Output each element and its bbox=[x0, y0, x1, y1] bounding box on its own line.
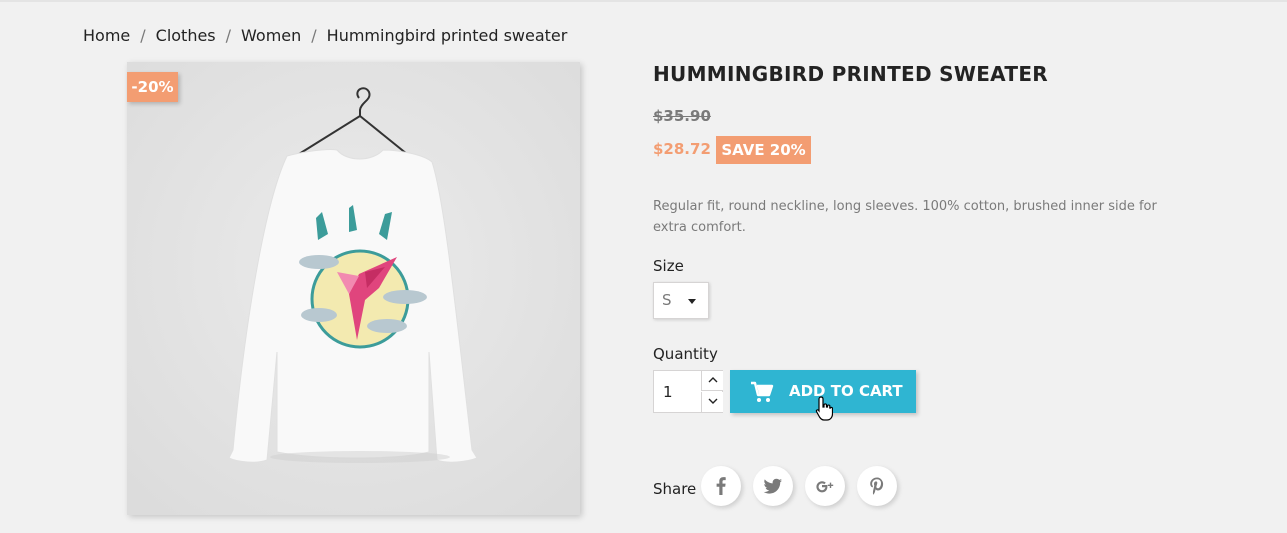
breadcrumb-separator: / bbox=[140, 26, 146, 45]
pinterest-icon bbox=[870, 477, 884, 495]
hand-cursor-icon bbox=[815, 396, 833, 421]
breadcrumb: Home / Clothes / Women / Hummingbird pri… bbox=[83, 26, 567, 45]
size-label: Size bbox=[653, 257, 684, 275]
share-google-plus-button[interactable] bbox=[805, 466, 845, 506]
breadcrumb-current: Hummingbird printed sweater bbox=[326, 26, 568, 45]
breadcrumb-women[interactable]: Women bbox=[241, 26, 301, 45]
breadcrumb-clothes[interactable]: Clothes bbox=[156, 26, 216, 45]
quantity-increase-button[interactable] bbox=[701, 371, 723, 391]
product-title: HUMMINGBIRD PRINTED SWEATER bbox=[653, 62, 1048, 86]
chevron-down-icon bbox=[708, 398, 718, 404]
quantity-decrease-button[interactable] bbox=[701, 392, 723, 412]
product-image[interactable] bbox=[127, 62, 580, 515]
regular-price: $35.90 bbox=[653, 107, 711, 125]
size-value: S bbox=[662, 291, 672, 309]
current-price: $28.72 bbox=[653, 140, 711, 158]
chevron-up-icon bbox=[708, 377, 718, 383]
breadcrumb-home[interactable]: Home bbox=[83, 26, 130, 45]
breadcrumb-separator: / bbox=[311, 26, 317, 45]
chevron-down-icon bbox=[688, 299, 696, 304]
share-label: Share bbox=[653, 480, 697, 498]
google-plus-icon bbox=[816, 481, 834, 493]
twitter-icon bbox=[763, 478, 782, 494]
add-to-cart-label: ADD TO CART bbox=[789, 382, 903, 400]
discount-flag: -20% bbox=[127, 72, 178, 102]
top-divider bbox=[0, 0, 1287, 2]
size-select[interactable]: S bbox=[653, 282, 709, 319]
quantity-label: Quantity bbox=[653, 345, 718, 363]
quantity-input[interactable]: 1 bbox=[663, 383, 673, 401]
facebook-icon bbox=[716, 477, 726, 495]
save-badge: SAVE 20% bbox=[716, 136, 811, 164]
product-description: Regular fit, round neckline, long sleeve… bbox=[653, 199, 1157, 235]
shopping-cart-icon bbox=[751, 381, 774, 402]
quantity-stepper[interactable]: 1 bbox=[653, 370, 723, 413]
sweater-illustration bbox=[127, 62, 580, 515]
share-pinterest-button[interactable] bbox=[857, 466, 897, 506]
share-twitter-button[interactable] bbox=[753, 466, 793, 506]
breadcrumb-separator: / bbox=[225, 26, 232, 45]
share-facebook-button[interactable] bbox=[701, 466, 741, 506]
